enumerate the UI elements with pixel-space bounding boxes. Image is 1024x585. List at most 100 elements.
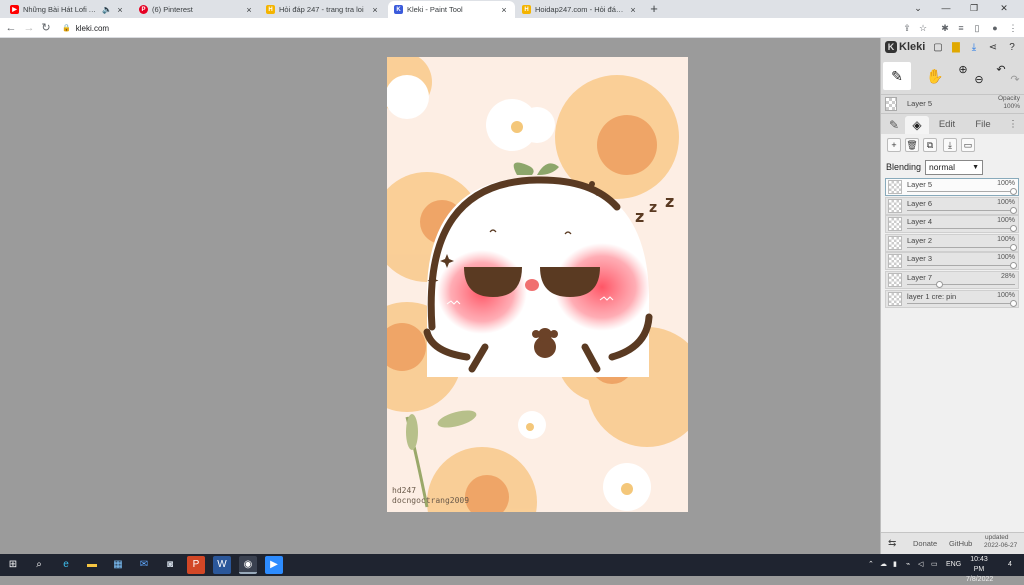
layer-row[interactable]: Layer 5 100% bbox=[885, 178, 1019, 196]
tab-hoidap247-com[interactable]: H Hoidap247.com - Hỏi đáp bài tậ... × bbox=[516, 1, 644, 18]
tray-network-icon[interactable]: ⌁ bbox=[906, 554, 910, 576]
download-icon[interactable]: ⤓ bbox=[967, 41, 981, 55]
tab-more-icon[interactable]: ⋮ bbox=[1005, 116, 1021, 134]
maximize-button[interactable]: ❐ bbox=[960, 0, 988, 18]
powerpoint-icon[interactable]: P bbox=[187, 556, 205, 574]
windows-start-icon[interactable]: ⊞ bbox=[4, 556, 22, 574]
layer-opacity-knob[interactable] bbox=[1010, 206, 1017, 214]
tab-close-icon[interactable]: × bbox=[115, 5, 125, 15]
tab-edit[interactable]: Edit bbox=[931, 116, 963, 134]
layer-row[interactable]: Layer 6 100% bbox=[885, 196, 1019, 215]
tray-volume-icon[interactable]: ◁ bbox=[918, 554, 923, 576]
browser-menu-icon[interactable]: ⋮ bbox=[1006, 21, 1020, 35]
tab-brush-icon[interactable]: ✎ bbox=[883, 116, 905, 134]
tray-chevron-icon[interactable]: ⌃ bbox=[868, 554, 874, 576]
clock-date: 7/8/2022 bbox=[966, 576, 994, 583]
tab-pinterest[interactable]: P (6) Pinterest × bbox=[133, 1, 260, 18]
tab-hoidap-247[interactable]: H Hỏi đáp 247 - trang tra loi × bbox=[260, 1, 386, 18]
bookmark-star-icon[interactable]: ☆ bbox=[916, 21, 930, 35]
kleki-logo[interactable]: K Kleki bbox=[885, 41, 925, 53]
tab-close-icon[interactable]: × bbox=[370, 5, 380, 15]
duplicate-layer-icon[interactable]: ⧉ bbox=[923, 138, 937, 152]
camera-icon[interactable]: ◙ bbox=[161, 556, 179, 574]
layer-opacity-knob[interactable] bbox=[1010, 299, 1017, 307]
tab-close-icon[interactable]: × bbox=[244, 5, 254, 15]
tray-battery-icon[interactable]: ▭ bbox=[931, 554, 938, 576]
tab-close-icon[interactable]: × bbox=[628, 5, 638, 15]
chrome-icon[interactable]: ◉ bbox=[239, 556, 257, 574]
blending-select[interactable]: normal ▼ bbox=[925, 159, 984, 175]
tab-file[interactable]: File bbox=[967, 116, 999, 134]
layer-row[interactable]: layer 1 cre: pin 100% bbox=[885, 289, 1019, 308]
layer-row[interactable]: Layer 7 28% bbox=[885, 271, 1019, 289]
layer-thumbnail bbox=[888, 180, 902, 194]
tab-youtube[interactable]: ▶ Những Bài Hát Lofi Acoustic 🔈 × bbox=[4, 1, 131, 18]
tray-clock[interactable]: 10:43 PM 7/8/2022 bbox=[966, 554, 993, 583]
delete-layer-icon[interactable]: 🗑 bbox=[905, 138, 919, 152]
github-link[interactable]: GitHub bbox=[949, 539, 972, 548]
layer-row[interactable]: Layer 2 100% bbox=[885, 233, 1019, 252]
new-tab-button[interactable]: + bbox=[646, 2, 662, 16]
tray-mic-icon[interactable]: ▮ bbox=[893, 554, 897, 576]
tab-title: Kleki - Paint Tool bbox=[407, 5, 463, 14]
drawing-workspace[interactable]: z z z hd247 docngoctrang2009 bbox=[0, 38, 880, 554]
media-control-icon[interactable]: ≡ bbox=[954, 21, 968, 35]
layer-opacity-slider[interactable] bbox=[907, 191, 1015, 192]
layer-opacity-slider[interactable] bbox=[907, 265, 1015, 267]
speaker-icon[interactable]: 🔈 bbox=[102, 5, 112, 14]
donate-link[interactable]: Donate bbox=[913, 539, 937, 548]
zoom-app-icon[interactable]: ▶ bbox=[265, 556, 283, 574]
layer-opacity-slider[interactable] bbox=[907, 209, 1015, 211]
side-panel-icon[interactable]: ▯ bbox=[970, 21, 984, 35]
hand-tool-icon[interactable]: ✋ bbox=[921, 62, 949, 90]
tab-close-icon[interactable]: × bbox=[499, 5, 509, 15]
layer-row[interactable]: Layer 3 100% bbox=[885, 252, 1019, 271]
search-icon[interactable]: ⌕ bbox=[30, 556, 48, 574]
layer-opacity-slider[interactable] bbox=[907, 228, 1015, 230]
layer-opacity: 100% bbox=[997, 180, 1015, 187]
tab-layers-icon[interactable]: ◈ bbox=[905, 116, 929, 134]
mail-icon[interactable]: ✉ bbox=[135, 556, 153, 574]
new-image-icon[interactable]: ▢ bbox=[931, 41, 945, 55]
close-window-button[interactable]: ✕ bbox=[990, 0, 1018, 18]
minimize-button[interactable]: — bbox=[932, 0, 960, 18]
help-icon[interactable]: ? bbox=[1005, 41, 1019, 55]
merge-layer-icon[interactable]: ⤓ bbox=[943, 138, 957, 152]
add-layer-icon[interactable]: + bbox=[887, 138, 901, 152]
swap-icon[interactable]: ⇆ bbox=[888, 538, 896, 549]
zoom-in-icon[interactable]: ⊕ bbox=[955, 62, 971, 90]
rename-layer-icon[interactable]: ▭ bbox=[961, 138, 975, 152]
notifications-icon[interactable]: 4 bbox=[1002, 554, 1018, 576]
file-explorer-icon[interactable]: ▬ bbox=[83, 556, 101, 574]
word-icon[interactable]: W bbox=[213, 556, 231, 574]
kleki-logo-icon: K bbox=[885, 41, 897, 53]
forward-icon[interactable]: → bbox=[21, 20, 37, 36]
tab-kleki[interactable]: K Kleki - Paint Tool × bbox=[388, 1, 515, 18]
svg-text:z: z bbox=[665, 192, 674, 211]
layer-opacity-slider[interactable] bbox=[907, 284, 1015, 285]
share-icon[interactable]: ⇪ bbox=[900, 21, 914, 35]
reload-icon[interactable]: ↻ bbox=[38, 20, 54, 36]
layer-opacity-knob[interactable] bbox=[1010, 243, 1017, 251]
extensions-icon[interactable]: ✱ bbox=[938, 21, 952, 35]
share-icon[interactable]: ⋖ bbox=[986, 41, 1000, 55]
edge-icon[interactable]: e bbox=[57, 556, 75, 574]
store-icon[interactable]: ▦ bbox=[109, 556, 127, 574]
tray-language[interactable]: ENG bbox=[946, 554, 961, 576]
back-icon[interactable]: ← bbox=[3, 20, 19, 36]
layer-opacity-knob[interactable] bbox=[935, 281, 943, 288]
tab-title: (6) Pinterest bbox=[152, 5, 193, 14]
layer-opacity-slider[interactable] bbox=[907, 302, 1015, 304]
brush-tool-icon[interactable]: ✎ bbox=[883, 62, 911, 90]
url-field[interactable]: 🔒 kleki.com bbox=[62, 20, 882, 36]
profile-avatar-icon[interactable]: ● bbox=[988, 21, 1002, 35]
layer-row[interactable]: Layer 4 100% bbox=[885, 215, 1019, 234]
tray-cloud-icon[interactable]: ☁ bbox=[880, 554, 887, 576]
layer-opacity-knob[interactable] bbox=[1010, 188, 1017, 195]
layer-opacity-knob[interactable] bbox=[1010, 262, 1017, 270]
layer-opacity-knob[interactable] bbox=[1010, 225, 1017, 233]
drawing-canvas[interactable]: z z z hd247 docngoctrang2009 bbox=[387, 57, 688, 512]
open-folder-icon[interactable]: ▇ bbox=[949, 41, 963, 55]
tab-search-icon[interactable]: ⌄ bbox=[904, 0, 932, 18]
layer-opacity-slider[interactable] bbox=[907, 246, 1015, 248]
